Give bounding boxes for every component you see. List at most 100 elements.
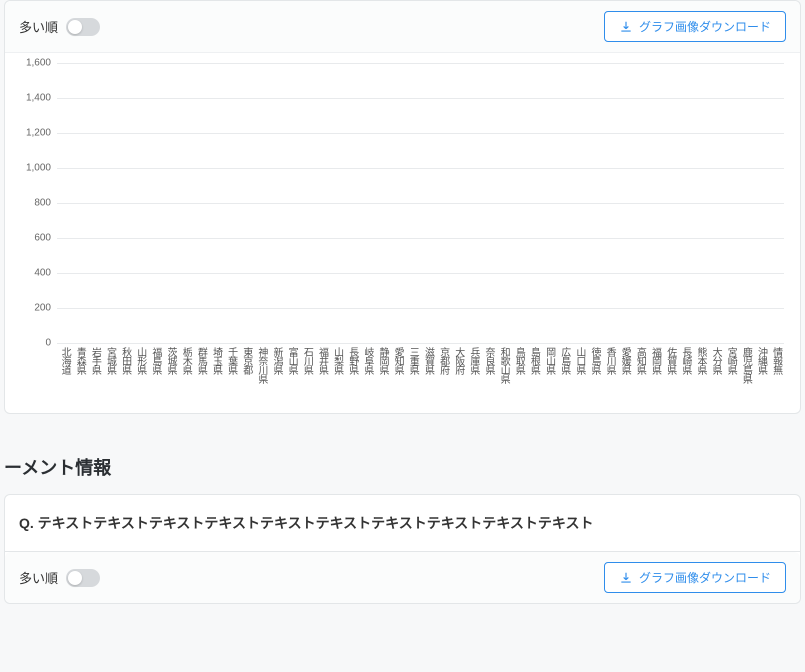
x-tick-label: 埼玉県 — [208, 343, 223, 383]
x-tick-label: 広島県 — [557, 343, 572, 383]
x-label-slot: 宮崎県 — [723, 343, 738, 383]
x-tick-label: 岐阜県 — [360, 343, 375, 383]
x-label-slot: 愛知県 — [390, 343, 405, 383]
question-toolbar: 多い順 グラフ画像ダウンロード — [5, 552, 800, 603]
x-tick-label: 北海道 — [57, 343, 72, 383]
y-tick-label: 800 — [15, 198, 51, 209]
x-tick-label: 長崎県 — [678, 343, 693, 383]
download-icon — [619, 20, 633, 34]
x-tick-label: 富山県 — [284, 343, 299, 383]
download-chart-label: グラフ画像ダウンロード — [639, 18, 771, 35]
x-label-slot: 大阪府 — [451, 343, 466, 383]
x-tick-label: 香川県 — [602, 343, 617, 383]
x-label-slot: 大分県 — [708, 343, 723, 383]
x-label-slot: 東京都 — [239, 343, 254, 383]
x-label-slot: 高知県 — [632, 343, 647, 383]
x-tick-label: 秋田県 — [118, 343, 133, 383]
x-label-slot: 山梨県 — [330, 343, 345, 383]
x-tick-label: 奈良県 — [481, 343, 496, 383]
y-tick-label: 1,400 — [15, 93, 51, 104]
x-label-slot: 宮城県 — [102, 343, 117, 383]
x-tick-label: 鹿児島県 — [738, 343, 753, 383]
x-label-slot: 京都府 — [436, 343, 451, 383]
x-label-slot: 青森県 — [72, 343, 87, 383]
x-label-slot: 和歌山県 — [496, 343, 511, 383]
x-label-slot: 岩手県 — [87, 343, 102, 383]
x-tick-label: 熊本県 — [693, 343, 708, 383]
sort-toggle-2[interactable] — [66, 569, 100, 587]
grid-line — [57, 203, 784, 204]
chart-card: 多い順 グラフ画像ダウンロード 02004006008001,0001,2001… — [4, 0, 801, 414]
x-label-slot: 情報無 — [769, 343, 784, 383]
question-text: テキストテキストテキストテキストテキストテキストテキストテキストテキストテキスト — [38, 515, 594, 531]
x-label-slot: 広島県 — [557, 343, 572, 383]
x-tick-label: 群馬県 — [193, 343, 208, 383]
x-label-slot: 鳥取県 — [511, 343, 526, 383]
x-tick-label: 大阪府 — [451, 343, 466, 383]
y-tick-label: 1,200 — [15, 128, 51, 139]
x-tick-label: 栃木県 — [178, 343, 193, 383]
x-tick-label: 愛知県 — [390, 343, 405, 383]
x-axis-labels: 北海道青森県岩手県宮城県秋田県山形県福島県茨城県栃木県群馬県埼玉県千葉県東京都神… — [57, 343, 784, 383]
x-label-slot: 栃木県 — [178, 343, 193, 383]
x-label-slot: 香川県 — [602, 343, 617, 383]
x-tick-label: 佐賀県 — [663, 343, 678, 383]
x-tick-label: 静岡県 — [375, 343, 390, 383]
x-tick-label: 石川県 — [299, 343, 314, 383]
x-tick-label: 沖縄県 — [754, 343, 769, 383]
x-label-slot: 北海道 — [57, 343, 72, 383]
y-tick-label: 400 — [15, 268, 51, 279]
chart-toolbar: 多い順 グラフ画像ダウンロード — [5, 1, 800, 53]
question-row: Q. テキストテキストテキストテキストテキストテキストテキストテキストテキストテ… — [4, 494, 801, 552]
grid-line — [57, 168, 784, 169]
download-chart-button-2[interactable]: グラフ画像ダウンロード — [604, 562, 786, 593]
x-label-slot: 鹿児島県 — [738, 343, 753, 383]
x-label-slot: 奈良県 — [481, 343, 496, 383]
x-label-slot: 福島県 — [148, 343, 163, 383]
x-tick-label: 山形県 — [133, 343, 148, 383]
x-label-slot: 山口県 — [572, 343, 587, 383]
x-label-slot: 秋田県 — [118, 343, 133, 383]
x-label-slot: 埼玉県 — [208, 343, 223, 383]
x-label-slot: 富山県 — [284, 343, 299, 383]
x-tick-label: 福岡県 — [648, 343, 663, 383]
x-tick-label: 東京都 — [239, 343, 254, 383]
x-label-slot: 福岡県 — [647, 343, 662, 383]
x-tick-label: 青森県 — [72, 343, 87, 383]
x-tick-label: 京都府 — [436, 343, 451, 383]
x-tick-label: 鳥取県 — [511, 343, 526, 383]
x-tick-label: 島根県 — [526, 343, 541, 383]
x-tick-label: 山梨県 — [330, 343, 345, 383]
grid-line — [57, 308, 784, 309]
x-tick-label: 神奈川県 — [254, 343, 269, 383]
download-chart-button[interactable]: グラフ画像ダウンロード — [604, 11, 786, 42]
question-card: 多い順 グラフ画像ダウンロード — [4, 552, 801, 604]
x-label-slot: 岡山県 — [542, 343, 557, 383]
x-label-slot: 愛媛県 — [617, 343, 632, 383]
x-label-slot: 長野県 — [345, 343, 360, 383]
x-tick-label: 情報無 — [769, 343, 784, 383]
grid-line — [57, 98, 784, 99]
x-tick-label: 滋賀県 — [420, 343, 435, 383]
grid-line — [57, 273, 784, 274]
question-prefix: Q. — [19, 515, 38, 531]
x-label-slot: 山形県 — [133, 343, 148, 383]
x-label-slot: 千葉県 — [224, 343, 239, 383]
sort-toggle-group: 多い順 — [19, 17, 100, 36]
x-tick-label: 三重県 — [405, 343, 420, 383]
x-label-slot: 茨城県 — [163, 343, 178, 383]
bar-chart: 02004006008001,0001,2001,4001,600 — [57, 63, 784, 343]
grid-line — [57, 133, 784, 134]
download-chart-label-2: グラフ画像ダウンロード — [639, 569, 771, 586]
x-tick-label: 愛媛県 — [617, 343, 632, 383]
sort-toggle[interactable] — [66, 18, 100, 36]
grid-line — [57, 343, 784, 344]
x-label-slot: 石川県 — [299, 343, 314, 383]
x-label-slot: 群馬県 — [193, 343, 208, 383]
grid-line — [57, 63, 784, 64]
x-tick-label: 福井県 — [314, 343, 329, 383]
x-tick-label: 徳島県 — [587, 343, 602, 383]
x-tick-label: 宮城県 — [102, 343, 117, 383]
x-label-slot: 島根県 — [526, 343, 541, 383]
x-tick-label: 高知県 — [632, 343, 647, 383]
